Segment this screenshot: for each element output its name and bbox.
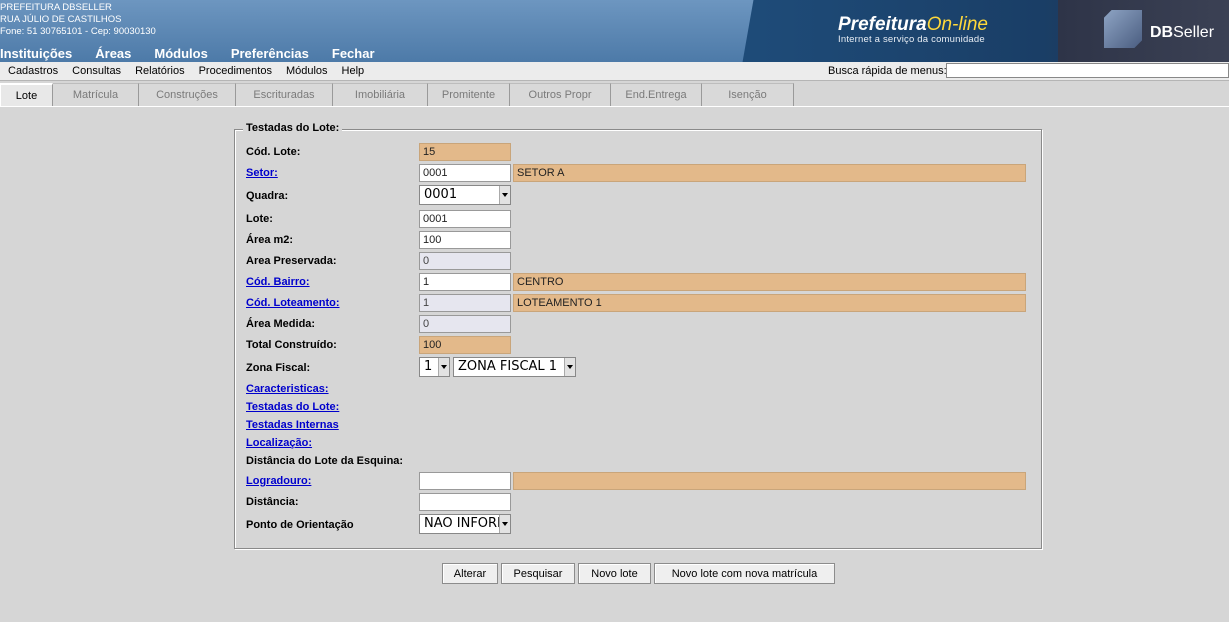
app-header: PREFEITURA DBSELLER RUA JÚLIO DE CASTILH… (0, 0, 1229, 62)
area-preservada-label: Area Preservada: (246, 255, 337, 267)
menubar-procedimentos[interactable]: Procedimentos (199, 65, 272, 77)
logradouro-desc-field (513, 472, 1026, 490)
zona-fiscal-name-selected: ZONA FISCAL 1 (458, 359, 558, 374)
tab-lote[interactable]: Lote (0, 83, 53, 106)
vendor-bold: DB (1150, 24, 1174, 41)
ponto-orientacao-selected: NAO INFORMADO (424, 516, 510, 531)
area-m2-input[interactable] (419, 231, 511, 249)
tab-end-entrega[interactable]: End.Entrega (611, 83, 702, 106)
zona-fiscal-code-select[interactable]: 1 (419, 357, 450, 377)
tab-label: Escrituradas (253, 89, 315, 101)
menu-preferencias[interactable]: Preferências (231, 46, 309, 61)
total-construido-label: Total Construído: (246, 339, 337, 351)
cod-bairro-link[interactable]: Cód. Bairro: (246, 276, 310, 288)
dbseller-logo: DBSeller (1150, 24, 1214, 42)
alterar-button[interactable]: Alterar (442, 563, 498, 584)
quick-search-input[interactable] (946, 63, 1229, 78)
tab-escrituradas[interactable]: Escrituradas (236, 83, 333, 106)
area-m2-label: Área m2: (246, 234, 294, 246)
distancia-esquina-heading: Distância do Lote da Esquina: (246, 455, 404, 467)
menubar-cadastros[interactable]: Cadastros (8, 65, 58, 77)
area-medida-label: Área Medida: (246, 318, 316, 330)
tab-label: Promitente (441, 89, 496, 101)
menubar-relatorios[interactable]: Relatórios (135, 65, 185, 77)
menu-bar: Cadastros Consultas Relatórios Procedime… (0, 62, 1229, 81)
cod-loteamento-link[interactable]: Cód. Loteamento: (246, 297, 340, 309)
lote-label: Lote: (246, 213, 273, 225)
tab-strip: Lote Matrícula Construções Escrituradas … (0, 82, 1229, 107)
quadra-selected: 0001 (424, 187, 458, 202)
chevron-down-icon (438, 358, 449, 376)
vendor-rest: Seller (1173, 24, 1215, 41)
tab-underline (0, 106, 1229, 107)
distancia-input[interactable] (419, 493, 511, 511)
brand-title: Prefeitura (838, 14, 927, 35)
tab-label: Isenção (728, 89, 767, 101)
ponto-orientacao-label: Ponto de Orientação (246, 519, 354, 531)
brand-subtitle: Internet a serviço da comunidade (838, 34, 985, 45)
cod-loteamento-input[interactable] (419, 294, 511, 312)
chevron-down-icon (499, 515, 510, 533)
menubar-help[interactable]: Help (342, 65, 365, 77)
tab-label: Outros Propr (528, 89, 592, 101)
tab-outros-propr[interactable]: Outros Propr (510, 83, 611, 106)
logradouro-link[interactable]: Logradouro: (246, 475, 311, 487)
tab-label: Construções (156, 89, 218, 101)
tab-label: Imobiliária (354, 89, 406, 101)
menu-fechar[interactable]: Fechar (332, 46, 375, 61)
lote-input[interactable] (419, 210, 511, 228)
tab-isencao[interactable]: Isenção (702, 83, 794, 106)
tab-imobiliaria[interactable]: Imobiliária (333, 83, 428, 106)
menubar-modulos[interactable]: Módulos (286, 65, 328, 77)
logradouro-code-input[interactable] (419, 472, 511, 490)
tab-label: Lote (15, 90, 38, 102)
tab-construcoes[interactable]: Construções (139, 83, 236, 106)
tab-matricula[interactable]: Matrícula (53, 83, 139, 106)
pesquisar-button[interactable]: Pesquisar (501, 563, 575, 584)
quadra-label: Quadra: (246, 190, 289, 202)
menu-instituicoes[interactable]: Instituições (0, 46, 72, 61)
org-name: PREFEITURA DBSELLER (0, 2, 112, 13)
total-construido-field (419, 336, 511, 354)
fieldset-legend: Testadas do Lote: (243, 122, 343, 134)
org-address: RUA JÚLIO DE CASTILHOS (0, 14, 122, 25)
tab-label: End.Entrega (625, 89, 687, 101)
testadas-internas-link[interactable]: Testadas Internas (246, 419, 339, 431)
ponto-orientacao-select[interactable]: NAO INFORMADO (419, 514, 511, 534)
org-contact: Fone: 51 30765101 - Cep: 90030130 (0, 26, 156, 37)
brand-title-accent: On-line (926, 14, 988, 35)
cod-lote-label: Cód. Lote: (246, 146, 301, 158)
zona-fiscal-code-selected: 1 (424, 359, 433, 374)
zona-fiscal-name-select[interactable]: ZONA FISCAL 1 (453, 357, 576, 377)
bairro-desc-field (513, 273, 1026, 291)
area-medida-field (419, 315, 511, 333)
menu-areas[interactable]: Áreas (95, 46, 131, 61)
cod-bairro-input[interactable] (419, 273, 511, 291)
cod-lote-field (419, 143, 511, 161)
dbseller-logo-icon (1104, 10, 1142, 48)
localizacao-link[interactable]: Localização: (246, 437, 312, 449)
top-menu: Instituições Áreas Módulos Preferências … (0, 46, 398, 61)
testadas-lote-link[interactable]: Testadas do Lote: (246, 401, 339, 413)
novo-lote-button[interactable]: Novo lote (578, 563, 651, 584)
tab-promitente[interactable]: Promitente (428, 83, 510, 106)
loteamento-desc-field (513, 294, 1026, 312)
quadra-select[interactable]: 0001 (419, 185, 511, 205)
zona-fiscal-label: Zona Fiscal: (246, 362, 311, 374)
chevron-down-icon (499, 186, 510, 204)
quick-search-label: Busca rápida de menus: (828, 65, 947, 77)
menubar-consultas[interactable]: Consultas (72, 65, 121, 77)
prefeitura-online-logo: PrefeituraOn-line Internet a serviço da … (838, 14, 988, 45)
org-info: PREFEITURA DBSELLER RUA JÚLIO DE CASTILH… (0, 2, 156, 38)
caracteristicas-link[interactable]: Caracteristicas: (246, 383, 329, 395)
setor-desc-field (513, 164, 1026, 182)
novo-lote-matricula-button[interactable]: Novo lote com nova matrícula (654, 563, 835, 584)
setor-link[interactable]: Setor: (246, 167, 278, 179)
distancia-label: Distância: (246, 496, 299, 508)
chevron-down-icon (564, 358, 575, 376)
menu-modulos[interactable]: Módulos (154, 46, 207, 61)
area-preservada-field (419, 252, 511, 270)
setor-code-input[interactable] (419, 164, 511, 182)
tab-label: Matrícula (72, 89, 119, 101)
